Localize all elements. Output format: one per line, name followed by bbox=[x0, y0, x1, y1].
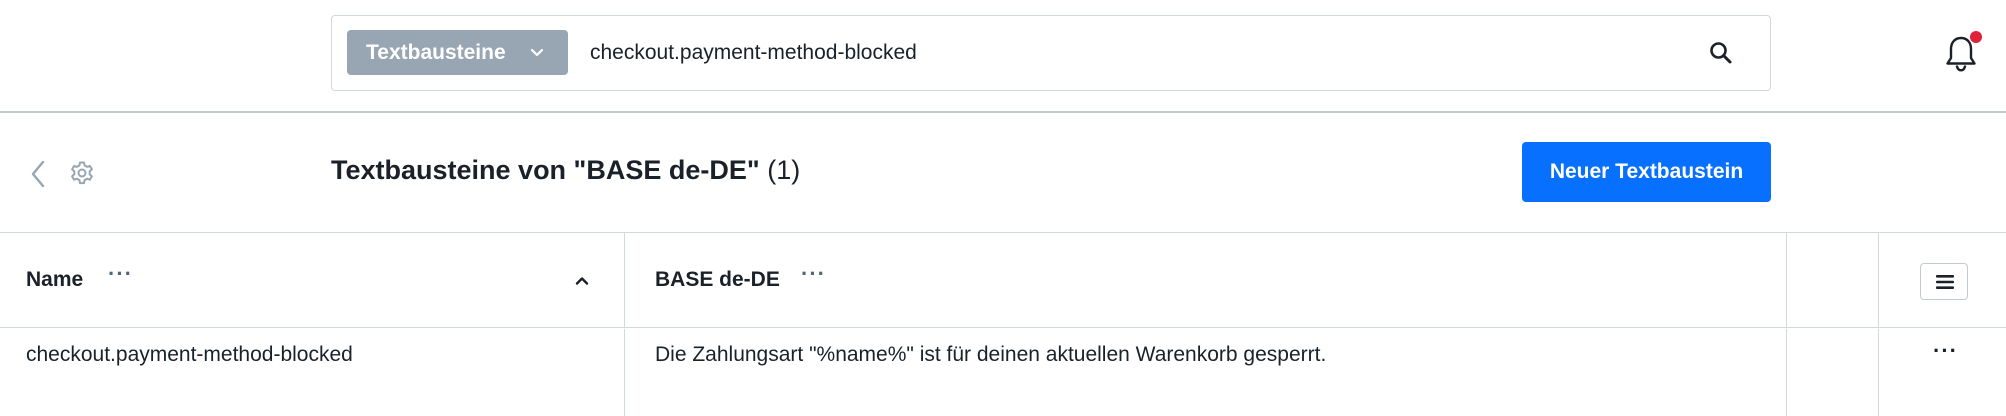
page-title: Textbausteine von "BASE de-DE" (1) bbox=[331, 155, 800, 186]
search-type-dropdown[interactable]: Textbausteine bbox=[347, 30, 568, 75]
snippet-grid: Name ··· BASE de-DE ··· checkout.payment… bbox=[0, 233, 2006, 416]
snippet-value-cell[interactable]: Die Zahlungsart "%name%" ist für deinen … bbox=[655, 343, 1326, 367]
column-divider bbox=[1878, 233, 1879, 328]
search-icon[interactable] bbox=[1708, 40, 1734, 66]
new-snippet-button-label: Neuer Textbaustein bbox=[1549, 160, 1744, 183]
column-header-label: Name bbox=[26, 268, 84, 291]
column-settings-button[interactable] bbox=[1920, 263, 1968, 300]
column-divider bbox=[624, 233, 625, 328]
new-snippet-button[interactable]: Neuer Textbaustein bbox=[1522, 142, 1771, 202]
top-bar: Textbausteine checkout.payment-method-bl… bbox=[0, 0, 2006, 113]
hamburger-icon bbox=[1936, 275, 1954, 289]
column-header-label: BASE de-DE bbox=[655, 268, 780, 291]
column-divider bbox=[1878, 329, 1879, 416]
column-options-icon[interactable]: ··· bbox=[801, 263, 826, 285]
column-options-icon[interactable]: ··· bbox=[108, 263, 133, 285]
search-input[interactable]: checkout.payment-method-blocked bbox=[590, 16, 917, 90]
row-actions-icon[interactable]: ··· bbox=[1933, 340, 1958, 362]
chevron-down-icon bbox=[530, 48, 544, 57]
chevron-up-icon[interactable] bbox=[573, 272, 591, 290]
grid-header: Name ··· BASE de-DE ··· bbox=[0, 233, 2006, 328]
search-input-value: checkout.payment-method-blocked bbox=[590, 41, 917, 64]
table-row[interactable]: checkout.payment-method-blocked Die Zahl… bbox=[0, 329, 2006, 416]
page-header: Textbausteine von "BASE de-DE" (1) Neuer… bbox=[0, 113, 2006, 233]
snippet-name-cell[interactable]: checkout.payment-method-blocked bbox=[26, 343, 353, 367]
gear-icon[interactable] bbox=[69, 160, 95, 186]
column-divider bbox=[1786, 233, 1787, 328]
chevron-left-icon[interactable] bbox=[28, 159, 48, 189]
column-divider bbox=[1786, 329, 1787, 416]
page-title-text: Textbausteine von "BASE de-DE" bbox=[331, 155, 760, 185]
page-title-count: (1) bbox=[767, 155, 801, 185]
search-type-label: Textbausteine bbox=[366, 40, 506, 64]
column-divider bbox=[624, 329, 625, 416]
global-search: Textbausteine checkout.payment-method-bl… bbox=[331, 15, 1771, 91]
notification-badge bbox=[1970, 31, 1982, 43]
